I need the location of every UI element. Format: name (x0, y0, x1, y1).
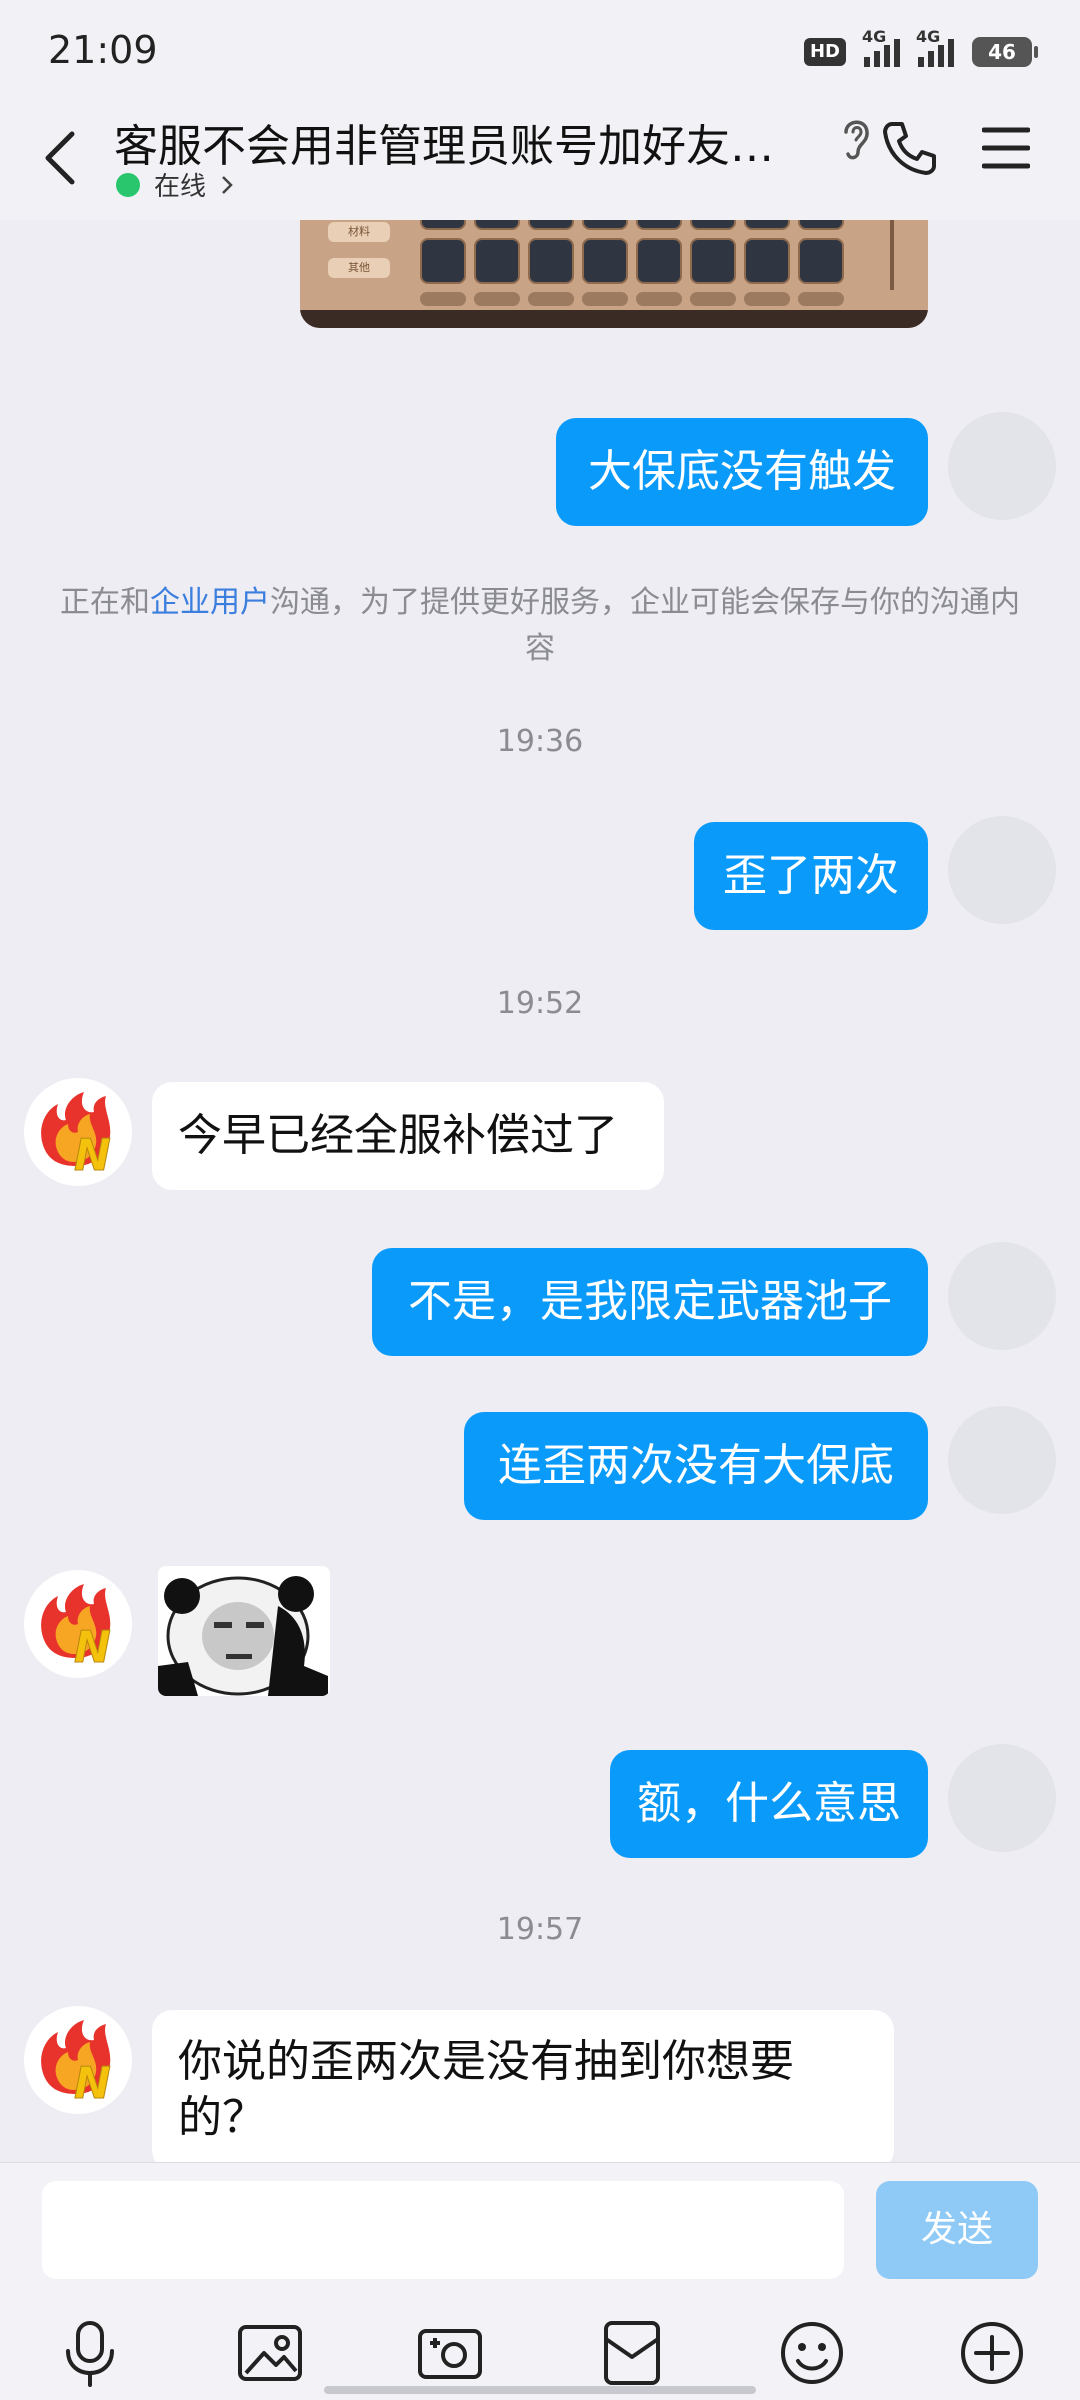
inventory-item (744, 220, 790, 230)
inventory-item (582, 238, 628, 284)
my-avatar[interactable] (948, 1406, 1056, 1514)
online-status-label: 在线 (154, 172, 207, 202)
svg-text:N: N (74, 2058, 111, 2109)
chevron-right-icon (222, 175, 233, 194)
inventory-item (798, 238, 844, 284)
inventory-item (798, 220, 844, 230)
online-dot-icon (116, 172, 140, 197)
svg-text:N: N (74, 1130, 111, 1181)
message-line: 的？ (178, 2092, 266, 2143)
image-bottom-strip (300, 310, 928, 328)
camera-icon[interactable] (414, 2317, 486, 2389)
inventory-item (528, 238, 574, 284)
image-tab-label: 材料 (328, 222, 390, 242)
inventory-slot (474, 292, 520, 306)
inventory-slot (582, 292, 628, 306)
system-notice-suffix: 沟通，为了提供更好服务，企业可能会保存与你的沟通内容 (270, 585, 1020, 666)
incoming-message[interactable]: 今早已经全服补偿过了 (152, 1082, 664, 1190)
send-button[interactable]: 发送 (876, 2181, 1038, 2279)
phone-icon[interactable] (880, 118, 940, 178)
network-type-label-2: 4G (916, 27, 941, 46)
signal-icon: 4G (862, 27, 900, 67)
signal-icon-2: 4G (916, 27, 954, 67)
home-indicator[interactable] (324, 2386, 756, 2394)
inventory-slot (690, 292, 736, 306)
status-bar: 21:09 HD 4G 4G 46 (0, 0, 1080, 100)
support-logo-icon: N (41, 2020, 111, 2110)
inventory-item (474, 238, 520, 284)
image-tab-label: 其他 (328, 258, 390, 278)
my-avatar[interactable] (948, 1242, 1056, 1350)
menu-icon[interactable] (982, 126, 1030, 170)
status-time: 21:09 (48, 28, 158, 72)
chat-header: 客服不会用非管理员账号加好友… 在线 (0, 100, 1080, 220)
incoming-message[interactable]: 你说的歪两次是没有抽到你想要 的？ (152, 2010, 894, 2162)
outgoing-message[interactable]: 额，什么意思 (610, 1750, 928, 1858)
inventory-slot (636, 292, 682, 306)
back-button[interactable] (30, 118, 90, 198)
hd-voice-icon: HD (803, 38, 846, 66)
support-avatar[interactable]: N (24, 1570, 132, 1678)
outgoing-message[interactable]: 连歪两次没有大保底 (464, 1412, 928, 1520)
my-avatar[interactable] (948, 412, 1056, 520)
network-type-label: 4G (862, 27, 887, 46)
image-side-tabs: 装备 材料 其他 (328, 220, 390, 294)
battery-icon: 46 (972, 37, 1038, 67)
microphone-icon[interactable] (54, 2317, 126, 2389)
support-logo-icon: N (41, 1092, 111, 1182)
my-avatar[interactable] (948, 1744, 1056, 1852)
timestamp: 19:52 (496, 986, 584, 1021)
inventory-slot (798, 292, 844, 306)
inventory-item (744, 238, 790, 284)
online-status[interactable]: 在线 (116, 166, 234, 203)
svg-text:N: N (74, 1622, 111, 1673)
composer: 发送 (0, 2162, 1080, 2400)
outgoing-message[interactable]: 不是，是我限定武器池子 (372, 1248, 928, 1356)
system-notice-prefix: 正在和 (60, 585, 150, 620)
inventory-item (420, 220, 466, 230)
panda-sticker[interactable] (158, 1566, 330, 1696)
red-envelope-icon[interactable] (596, 2317, 668, 2389)
timestamp: 19:36 (496, 724, 584, 759)
ear-icon[interactable] (838, 114, 874, 164)
enterprise-user-link[interactable]: 企业用户 (150, 585, 270, 620)
support-avatar[interactable]: N (24, 1078, 132, 1186)
inventory-slot (420, 292, 466, 306)
inventory-item (528, 220, 574, 230)
message-line: 你说的歪两次是没有抽到你想要 (178, 2036, 794, 2087)
inventory-item (690, 220, 736, 230)
support-logo-icon: N (41, 1584, 111, 1674)
inventory-slot (744, 292, 790, 306)
chevron-left-icon (45, 131, 75, 185)
inventory-item (690, 238, 736, 284)
image-scrollbar (890, 220, 894, 290)
image-icon[interactable] (234, 2317, 306, 2389)
image-message[interactable]: 装备 材料 其他 (300, 220, 928, 328)
chat-title[interactable]: 客服不会用非管理员账号加好友… (114, 110, 814, 174)
timestamp: 19:57 (496, 1912, 584, 1947)
outgoing-message[interactable]: 歪了两次 (694, 822, 928, 930)
inventory-slot (528, 292, 574, 306)
outgoing-message[interactable]: 大保底没有触发 (556, 418, 928, 526)
plus-icon[interactable] (956, 2317, 1028, 2389)
status-indicators: HD 4G 4G 46 (803, 27, 1038, 72)
inventory-item (636, 238, 682, 284)
chat-messages[interactable]: 装备 材料 其他 (0, 220, 1080, 2162)
inventory-item (636, 220, 682, 230)
my-avatar[interactable] (948, 816, 1056, 924)
support-avatar[interactable]: N (24, 2006, 132, 2114)
inventory-item (474, 220, 520, 230)
message-input[interactable] (42, 2181, 844, 2279)
panda-meme-icon (158, 1566, 330, 1696)
system-notice: 正在和企业用户沟通，为了提供更好服务，企业可能会保存与你的沟通内容 (60, 580, 1020, 672)
inventory-item (582, 220, 628, 230)
inventory-grid (420, 220, 844, 306)
emoji-icon[interactable] (776, 2317, 848, 2389)
inventory-item (420, 238, 466, 284)
